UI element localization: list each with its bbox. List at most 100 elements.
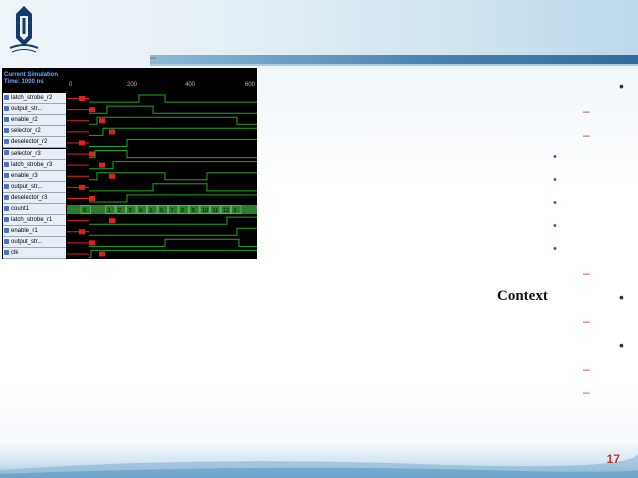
undefined-marker bbox=[109, 173, 115, 179]
signal-name: latch_strobe_r3 bbox=[11, 161, 53, 168]
bullet-2: • bbox=[619, 289, 624, 305]
sub-dot-2: • bbox=[553, 174, 557, 186]
undefined-marker bbox=[89, 107, 95, 113]
sub-dot-3: • bbox=[553, 197, 557, 209]
signal-waveform bbox=[89, 161, 257, 170]
signal-row[interactable]: output_str... bbox=[3, 237, 66, 249]
sub-dash-4: – bbox=[583, 314, 590, 328]
signal-name: output_str... bbox=[11, 106, 43, 113]
count-value: 12 bbox=[223, 208, 229, 214]
university-logo bbox=[9, 6, 39, 53]
signal-row[interactable]: selector_r2 bbox=[3, 126, 66, 138]
signal-waveform bbox=[89, 194, 257, 203]
signal-icon bbox=[4, 117, 9, 123]
signal-waveform bbox=[89, 94, 257, 103]
signal-icon bbox=[4, 205, 9, 211]
signal-name: clk bbox=[11, 250, 19, 257]
signal-waveform bbox=[89, 150, 257, 159]
sub-dash-1: – bbox=[583, 104, 590, 118]
undefined-marker bbox=[89, 195, 95, 201]
sub-dot-4: • bbox=[553, 220, 557, 232]
signal-icon bbox=[4, 183, 9, 189]
count-value: 7 bbox=[171, 208, 174, 214]
simulation-waveform-panel[interactable]: Current Simulation Time: 1000 ns latch_s… bbox=[2, 68, 257, 260]
waveform-area: 0 200 400 6000 1 2 3 4 5 6 7 8 9 10 11 12 1 bbox=[67, 82, 257, 258]
signal-name: output_str... bbox=[11, 183, 43, 190]
signal-row[interactable]: deselector_r2 bbox=[3, 137, 66, 149]
count-value: 9 bbox=[192, 208, 195, 214]
signal-icon bbox=[4, 161, 9, 167]
signal-name: selector_r3 bbox=[11, 150, 41, 157]
signal-row[interactable]: latch_strobe_r2 bbox=[3, 93, 66, 104]
simulation-header: Current Simulation Time: 1000 ns bbox=[2, 68, 66, 92]
count-value: 4 bbox=[139, 208, 142, 214]
signal-row[interactable]: enable_r3 bbox=[3, 170, 66, 182]
count-value: 8 bbox=[181, 208, 184, 214]
sub-dot-1: • bbox=[553, 151, 557, 163]
count-value: 11 bbox=[213, 208, 219, 214]
signal-waveform bbox=[89, 116, 257, 125]
header-rule-thin bbox=[150, 64, 638, 66]
undefined-marker bbox=[79, 229, 85, 235]
signal-row[interactable]: latch_strobe_r1 bbox=[3, 215, 66, 227]
undefined-marker bbox=[109, 129, 115, 135]
undefined-marker bbox=[99, 251, 105, 257]
signal-row[interactable]: enable_r2 bbox=[3, 115, 66, 127]
simulation-time: Time: 1000 ns bbox=[4, 79, 44, 85]
time-tick-label: 400 bbox=[185, 82, 196, 88]
count-value: 3 bbox=[129, 208, 132, 214]
signal-icon bbox=[4, 150, 9, 156]
signal-row[interactable]: enable_r1 bbox=[3, 226, 66, 238]
signal-row[interactable]: output_str... bbox=[3, 104, 66, 116]
simulation-title: Current Simulation bbox=[4, 72, 59, 78]
signal-row[interactable]: selector_r3 bbox=[3, 148, 66, 160]
footer-swoosh bbox=[0, 452, 638, 478]
signal-icon bbox=[4, 217, 9, 223]
bullet-1: • bbox=[619, 78, 624, 94]
undefined-marker bbox=[99, 118, 105, 124]
signal-row[interactable]: count1 bbox=[3, 204, 66, 215]
signal-name: enable_r2 bbox=[11, 117, 38, 124]
signal-row[interactable]: latch_strobe_r3 bbox=[3, 159, 66, 171]
context-label: Context bbox=[497, 288, 548, 304]
signal-waveform bbox=[89, 249, 257, 258]
signal-name: count1 bbox=[11, 206, 30, 212]
signal-name: latch_strobe_r2 bbox=[11, 95, 53, 101]
signal-icon bbox=[4, 139, 9, 145]
signal-name: selector_r2 bbox=[11, 128, 41, 135]
sub-dot-5: • bbox=[553, 243, 557, 255]
signal-icon bbox=[4, 239, 9, 245]
count-value: 1 bbox=[108, 208, 111, 214]
signal-icon bbox=[4, 250, 9, 256]
signal-icon bbox=[4, 172, 9, 178]
signal-row[interactable]: deselector_r3 bbox=[3, 192, 66, 204]
slide: – Current Simulation Time: 1000 ns latch… bbox=[0, 0, 638, 478]
sub-dash-5: – bbox=[583, 362, 590, 376]
signal-icon bbox=[4, 228, 9, 234]
time-tick-label: 200 bbox=[127, 82, 138, 88]
undefined-marker bbox=[89, 240, 95, 246]
undefined-marker bbox=[99, 162, 105, 168]
signal-waveform bbox=[89, 227, 257, 236]
sub-dash-6: – bbox=[583, 385, 590, 399]
signal-waveform bbox=[89, 105, 257, 114]
signal-name: enable_r1 bbox=[11, 228, 38, 235]
bullet-3: • bbox=[619, 337, 624, 353]
signal-name: latch_strobe_r1 bbox=[11, 217, 53, 224]
signal-icon bbox=[4, 94, 9, 100]
count-value: 1 bbox=[234, 208, 237, 214]
signal-waveform bbox=[89, 138, 257, 147]
title-dash: – bbox=[150, 52, 157, 64]
header-rule bbox=[150, 55, 638, 64]
signal-name: deselector_r3 bbox=[11, 194, 48, 201]
page-number: 17 bbox=[606, 452, 620, 466]
signal-waveform bbox=[89, 238, 257, 247]
count-value: 6 bbox=[160, 208, 163, 214]
signal-row[interactable]: clk bbox=[3, 248, 66, 260]
count-value: 10 bbox=[202, 208, 208, 214]
undefined-marker bbox=[79, 184, 85, 190]
undefined-marker bbox=[89, 151, 95, 157]
signal-row[interactable]: output_str... bbox=[3, 181, 66, 193]
count-value: 2 bbox=[118, 208, 121, 214]
signal-name: enable_r3 bbox=[11, 172, 38, 179]
